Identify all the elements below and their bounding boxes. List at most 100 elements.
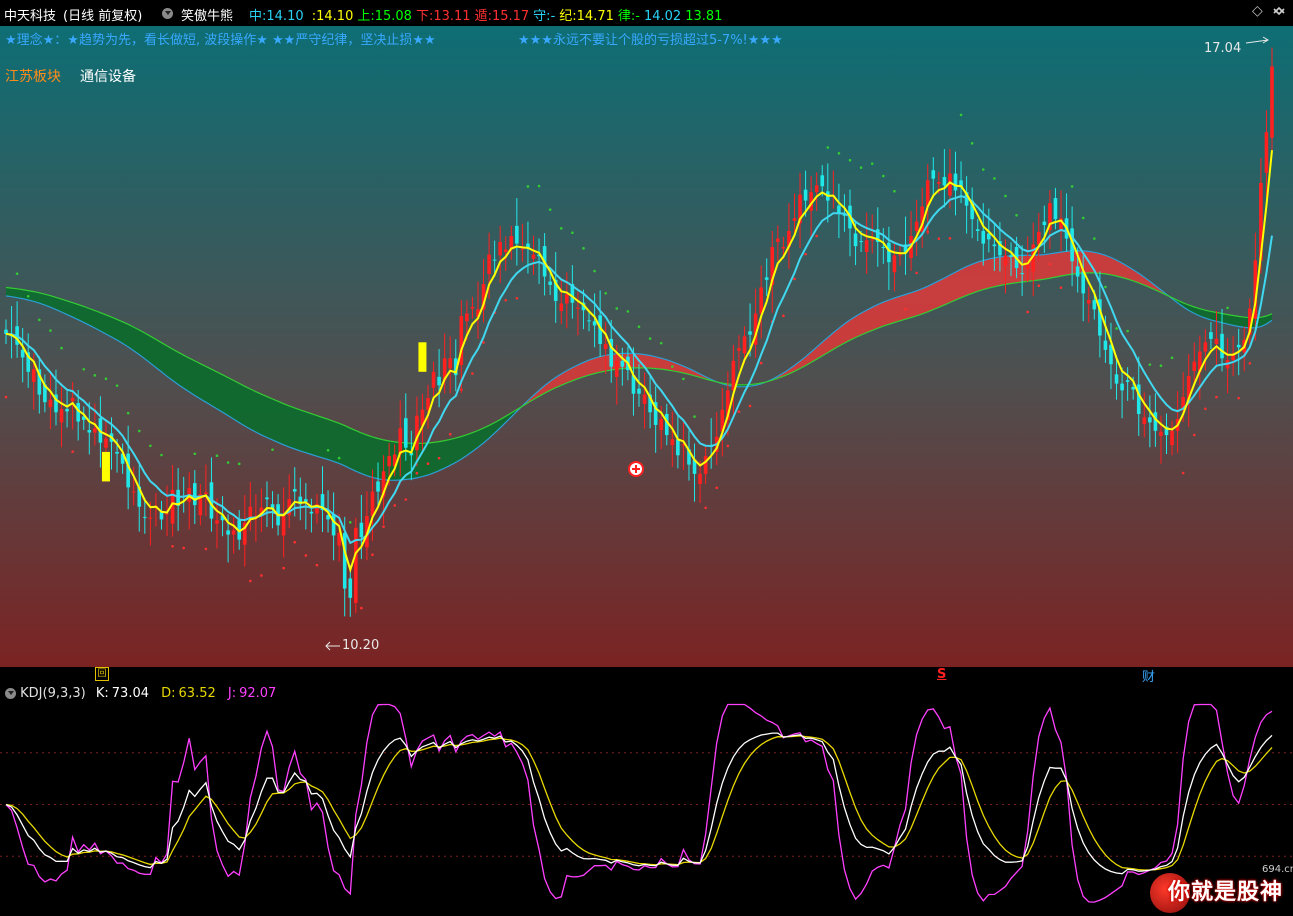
stop-dot [959,113,963,117]
region-sector[interactable]: 江苏板块 [5,66,61,86]
kdj-title[interactable]: KDJ(9,3,3) [20,686,86,701]
stop-dot [360,606,363,610]
candle-body [309,511,314,514]
candle-body [143,516,147,518]
candle-body [992,244,997,247]
low-price-label: 10.20 [342,638,380,653]
kdj-indicator-pane[interactable]: KDJ(9,3,3) K: 73.04 D: 63.52 J: 92.07 你就是股神… [0,683,1293,916]
candle-body [1264,132,1269,173]
kdj-settings-icon[interactable] [5,686,16,701]
price-chart[interactable]: ★理念★：★趋势为先，看长做短, 波段操作★ ★★严守纪律，坚决止损★★ ★★★… [0,26,1293,667]
candle-body [492,259,497,261]
candle-body [1075,266,1080,277]
stop-dot [993,177,996,180]
header-field-value: 15.17 [491,9,530,24]
stop-dot [1015,213,1018,217]
candle-body [70,397,75,402]
candle-body [465,313,469,322]
candle-body [759,287,763,314]
candle-body [192,483,197,506]
stop-dot [1215,395,1218,399]
stop-dot [826,146,830,149]
collapse-icon[interactable] [1272,4,1286,22]
candle-body [387,456,391,467]
stop-dot [682,377,685,381]
candle-body [603,343,608,350]
candle-body [487,254,491,274]
kdj-j-line [5,703,1273,903]
candle-body [1170,430,1174,446]
stop-dot [693,415,696,418]
candle-body [515,225,519,244]
stop-dot [726,444,730,448]
stop-dot [160,453,163,457]
stop-dot [893,189,896,193]
candle-body [448,358,453,369]
high-price-label: 17.04 [1204,41,1242,56]
stop-dot [1181,471,1185,475]
header-field-6: 纪:14.71 [559,9,614,24]
stop-dot [1226,306,1229,310]
stop-dot [126,411,130,415]
candle-body [93,428,97,433]
sell-signal-marker[interactable]: S [937,667,946,682]
stop-dot [837,152,841,155]
k-value: 73.04 [111,686,149,701]
header-field-label: 律: [617,9,636,24]
candle-body [1236,344,1241,348]
stop-dot [1004,194,1007,198]
indicator-name[interactable]: 笑傲牛熊 [181,5,233,24]
stop-dot [1248,362,1252,365]
stop-dot [282,566,285,570]
candle-body [1270,66,1274,138]
stop-dot [859,166,863,169]
stock-name[interactable]: 中天科技 [4,5,56,24]
stop-dot [437,456,441,460]
candle-body [520,248,525,250]
candle-body [703,456,708,474]
stop-dot [1170,356,1174,360]
candle-body [1009,255,1013,258]
watermark-text: 你就是股神 [1168,880,1284,905]
header-field-8: 14.02 [644,9,681,24]
header-field-value: 15.08 [374,9,412,24]
candle-body [398,428,403,455]
kdj-k-line [5,732,1273,875]
period-label[interactable]: (日线 前复权) [63,5,142,24]
candle-body [1103,340,1108,350]
candle-body [1020,273,1024,275]
candle-body [670,439,675,446]
candle-body [403,418,408,448]
candle-body [531,254,536,259]
candle-body [437,376,441,386]
candle-body [165,513,169,515]
candle-body [1153,412,1158,431]
stop-dot [1026,310,1029,314]
industry-sector[interactable]: 通信设备 [80,66,136,86]
header-field-label: 上: [357,9,375,24]
header-field-value: 14.02 [643,9,682,24]
candle-body [892,255,897,273]
candle-body [781,246,786,249]
review-marker-icon[interactable]: 回 [95,667,109,681]
kdj-d-line [5,735,1273,871]
stop-dot [293,540,297,544]
stop-dot [1048,262,1052,266]
diamond-icon[interactable]: ◇ [1252,3,1263,19]
stop-dot [515,296,519,300]
header-field-4: 遁:15.17 [475,9,530,24]
candle-body [304,499,308,502]
header-field-label: 遁: [474,9,492,24]
stop-dot [226,461,230,464]
stop-dot [71,450,74,453]
stop-dot [970,142,974,145]
kdj-legend: KDJ(9,3,3) K: 73.04 D: 63.52 J: 92.07 [5,686,276,701]
stop-dot [1192,433,1196,437]
candle-body [942,176,947,186]
indicator-dropdown-icon[interactable] [162,6,173,21]
candle-body [620,360,625,367]
candle-body [576,307,580,309]
header-field-0: 中:14.10 [249,9,304,24]
candle-body [348,578,353,598]
stop-dot [593,269,596,273]
